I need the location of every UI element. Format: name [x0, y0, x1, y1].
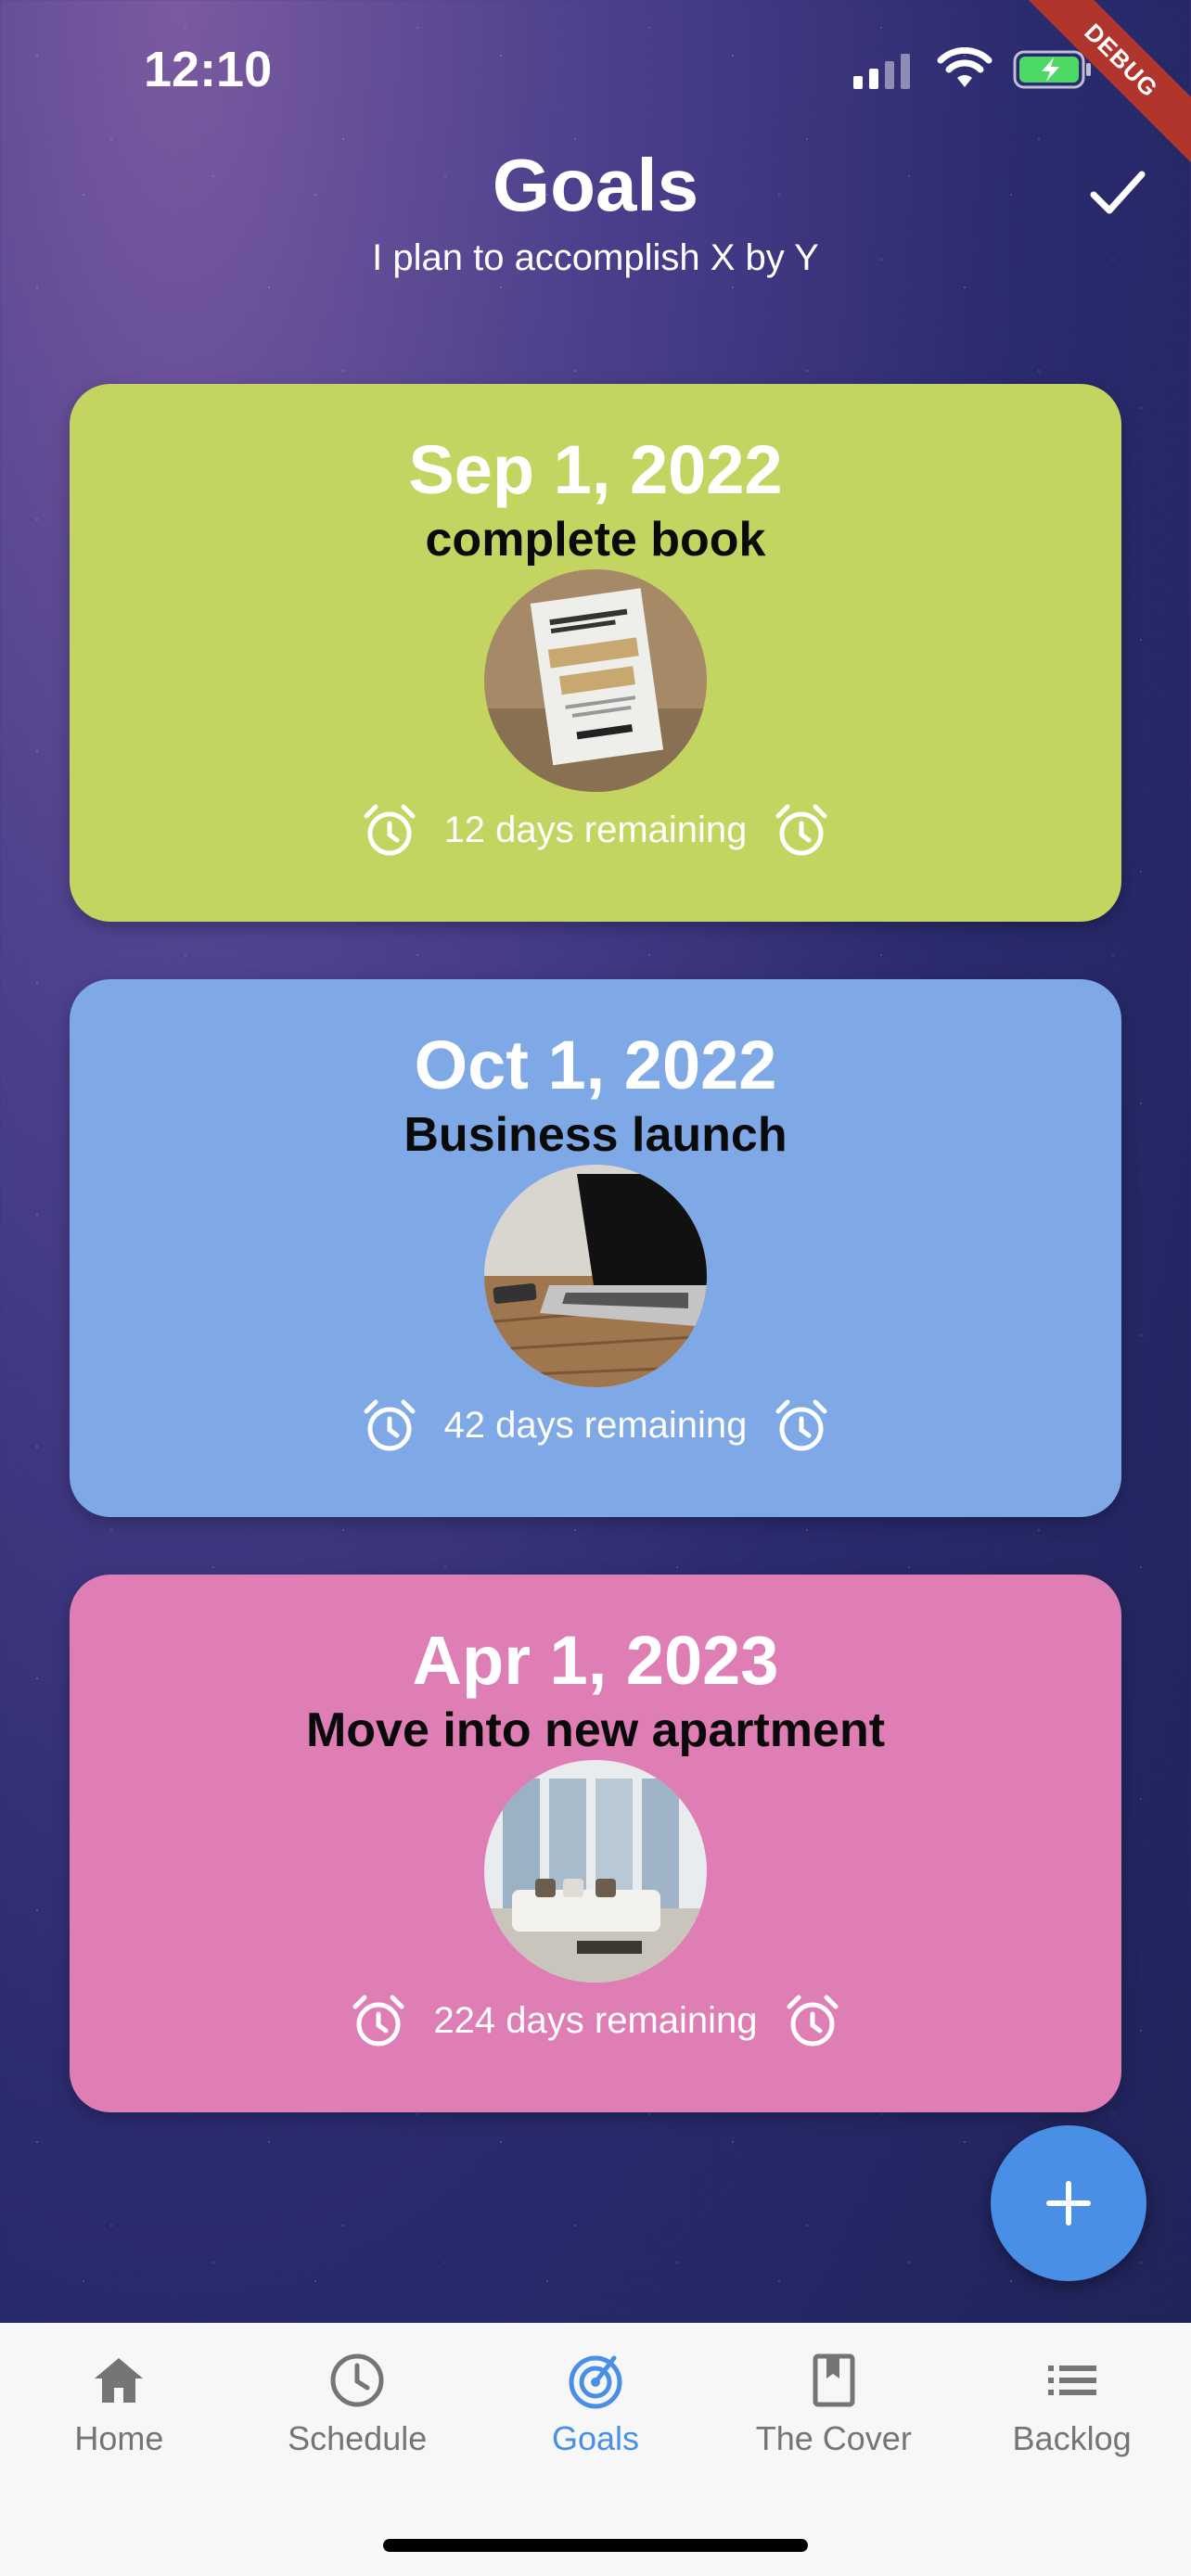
- tab-label: The Cover: [755, 2419, 912, 2457]
- book-cover-image: [484, 569, 707, 792]
- status-bar: 12:10: [0, 0, 1191, 139]
- goal-card[interactable]: Sep 1, 2022 complete book 12 days remain…: [70, 384, 1121, 922]
- target-icon: [569, 2355, 622, 2409]
- bookmark-icon: [813, 2353, 855, 2407]
- page-header: Goals I plan to accomplish X by Y: [0, 139, 1191, 279]
- status-time: 12:10: [144, 42, 273, 97]
- goal-list: Sep 1, 2022 complete book 12 days remain…: [70, 384, 1121, 2170]
- apartment-image: [484, 1760, 707, 1983]
- page-title: Goals: [492, 144, 699, 226]
- wifi-icon: [937, 46, 992, 87]
- alarm-clock-icon: [775, 1399, 827, 1451]
- alarm-clock-icon: [352, 1995, 404, 2047]
- days-remaining: 42 days remaining: [443, 1404, 748, 1446]
- goal-title: Business launch: [403, 1108, 788, 1162]
- tab-home[interactable]: Home: [0, 2323, 238, 2576]
- goal-date: Apr 1, 2023: [412, 1622, 779, 1699]
- add-goal-button[interactable]: [991, 2125, 1146, 2281]
- goal-card[interactable]: Oct 1, 2022 Business launch 42 days rema…: [70, 979, 1121, 1517]
- days-remaining: 224 days remaining: [433, 1999, 758, 2041]
- goal-card[interactable]: Apr 1, 2023 Move into new apartment 224 …: [70, 1575, 1121, 2112]
- goal-date: Sep 1, 2022: [408, 431, 783, 508]
- home-icon: [95, 2358, 144, 2403]
- tab-label: Backlog: [1012, 2419, 1132, 2457]
- remaining-row: 42 days remaining: [70, 1396, 1121, 1454]
- check-icon[interactable]: [1084, 159, 1149, 224]
- laptop-image: [484, 1165, 707, 1387]
- cellular-signal-icon: [853, 54, 910, 89]
- alarm-clock-icon: [787, 1995, 839, 2047]
- goal-title: Move into new apartment: [305, 1703, 886, 1757]
- list-icon: [1047, 2366, 1096, 2395]
- plus-icon: [1046, 2181, 1091, 2225]
- tab-label: Schedule: [288, 2419, 428, 2457]
- clock-icon: [330, 2353, 384, 2407]
- tab-label: Home: [74, 2419, 164, 2457]
- tab-backlog[interactable]: Backlog: [953, 2323, 1191, 2576]
- alarm-clock-icon: [364, 1399, 416, 1451]
- alarm-clock-icon: [364, 804, 416, 856]
- days-remaining: 12 days remaining: [443, 809, 748, 850]
- battery-charging-icon: [1013, 50, 1091, 89]
- page-subtitle: I plan to accomplish X by Y: [372, 237, 819, 278]
- remaining-row: 224 days remaining: [70, 1992, 1121, 2049]
- home-indicator: [383, 2539, 808, 2552]
- goal-date: Oct 1, 2022: [414, 1027, 777, 1103]
- tab-label: Goals: [551, 2419, 640, 2457]
- goal-title: complete book: [425, 513, 766, 567]
- remaining-row: 12 days remaining: [70, 801, 1121, 859]
- alarm-clock-icon: [775, 804, 827, 856]
